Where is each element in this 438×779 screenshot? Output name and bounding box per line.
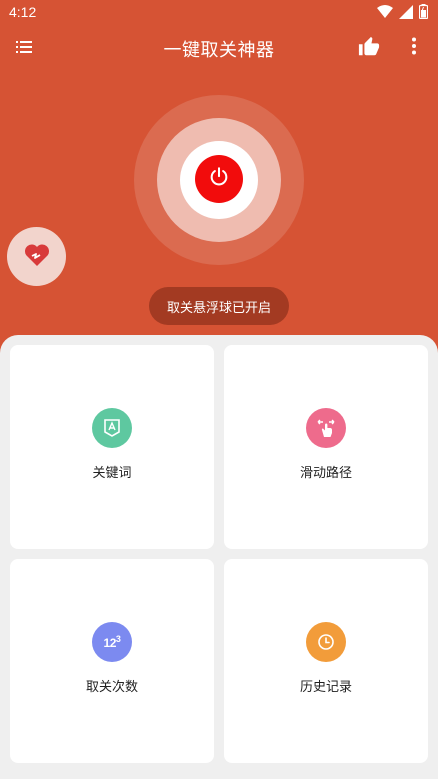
swipe-path-label: 滑动路径 [299, 466, 352, 481]
heart-icon [24, 243, 50, 271]
swipe-path-card[interactable]: 滑动路径 [224, 345, 428, 549]
float-ball-status-toast: 取关悬浮球已开启 [149, 287, 289, 325]
signal-icon [399, 4, 413, 23]
thumbs-up-icon [358, 36, 380, 62]
battery-icon [418, 4, 429, 23]
floating-heart-button[interactable] [7, 227, 66, 286]
history-label: 历史记录 [299, 680, 352, 695]
wifi-icon [377, 4, 393, 23]
power-icon [208, 166, 230, 192]
history-card[interactable]: 历史记录 [224, 559, 428, 763]
keyword-card[interactable]: 关键词 [10, 345, 214, 549]
clock-icon [306, 622, 346, 662]
keyword-label: 关键词 [92, 466, 132, 481]
like-button[interactable] [358, 36, 382, 60]
power-button[interactable] [195, 155, 243, 203]
status-bar: 4:12 [0, 0, 438, 24]
count-123-icon: 123 [92, 622, 132, 662]
app-bar: 一键取关神器 [0, 28, 438, 68]
app-screen: 4:12 一键取关神器 取关悬浮球已开启 关键词 滑动路径 123 取关次数 历… [0, 0, 438, 779]
status-time: 4:12 [9, 4, 37, 20]
more-vert-icon [411, 37, 417, 59]
status-icons [377, 4, 429, 23]
unfollow-count-card[interactable]: 123 取关次数 [10, 559, 214, 763]
more-options-button[interactable] [402, 36, 426, 60]
keyword-icon [92, 408, 132, 448]
feature-panel: 关键词 滑动路径 123 取关次数 历史记录 [0, 335, 438, 779]
swipe-gesture-icon [306, 408, 346, 448]
unfollow-count-label: 取关次数 [85, 680, 138, 695]
